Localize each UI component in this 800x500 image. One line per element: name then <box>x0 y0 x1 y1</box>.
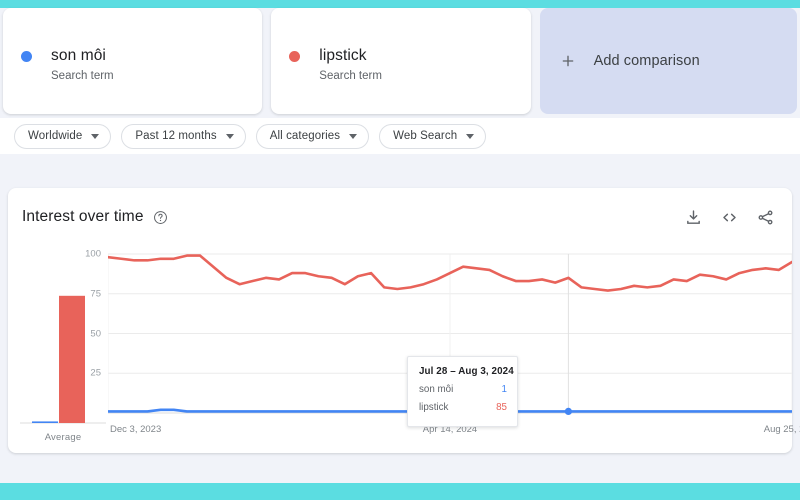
embed-code-icon[interactable] <box>721 209 738 226</box>
average-bar-panel <box>20 256 106 431</box>
x-axis-tick-label: Dec 3, 2023 <box>110 424 162 435</box>
chevron-down-icon <box>225 133 234 139</box>
y-axis-tick-label: 100 <box>85 248 101 260</box>
download-icon[interactable] <box>685 209 702 226</box>
tooltip-series-value: 85 <box>496 402 507 413</box>
search-term-type: Search term <box>51 70 114 82</box>
add-comparison-button[interactable]: Add comparison <box>539 8 797 114</box>
search-term-label: son môi <box>51 47 106 64</box>
chevron-down-icon <box>91 133 100 139</box>
tooltip-date-range: Jul 28 – Aug 3, 2024 <box>419 366 514 377</box>
page-title: Interest over time <box>22 208 144 225</box>
add-comparison-label: Add comparison <box>593 53 700 69</box>
chevron-down-icon <box>466 133 475 139</box>
help-circle-icon[interactable] <box>153 210 168 225</box>
filter-chip-time-range[interactable]: Past 12 months <box>121 123 246 149</box>
filters-bar: Worldwide Past 12 months All categories … <box>0 118 800 154</box>
y-axis-tick-label: 75 <box>90 288 101 300</box>
legend-dot-icon <box>289 51 301 62</box>
comparison-cards-row: son môi Search term lipstick Search term… <box>0 8 800 114</box>
plus-icon <box>562 55 573 67</box>
comparison-card-son-moi[interactable]: son môi Search term <box>3 8 263 114</box>
tooltip-series-name: son môi <box>419 384 454 395</box>
bottom-teal-band <box>0 483 800 500</box>
filter-chip-location[interactable]: Worldwide <box>14 123 112 149</box>
average-bar-chart[interactable] <box>20 256 106 431</box>
y-axis-tick-label: 25 <box>90 367 101 379</box>
filter-chip-category[interactable]: All categories <box>255 123 370 149</box>
search-term-type: Search term <box>319 70 382 82</box>
search-term-label: lipstick <box>319 47 367 64</box>
tooltip-series-name: lipstick <box>419 402 449 413</box>
share-icon[interactable] <box>757 209 774 226</box>
chart-header: Interest over time <box>8 188 792 246</box>
chevron-down-icon <box>349 133 358 139</box>
comparison-card-lipstick[interactable]: lipstick Search term <box>271 8 531 114</box>
filter-label: Past 12 months <box>135 130 217 142</box>
tooltip-row-son-moi: son môi 1 <box>419 384 507 395</box>
chart-hover-tooltip: Jul 28 – Aug 3, 2024 son môi 1 lipstick … <box>407 356 518 427</box>
interest-over-time-card: Interest over time Average 100 75 50 25 … <box>8 188 800 453</box>
filter-label: Worldwide <box>28 130 83 142</box>
tooltip-series-value: 1 <box>501 384 507 395</box>
tooltip-row-lipstick: lipstick 85 <box>419 402 507 413</box>
average-axis-label: Average <box>44 432 82 443</box>
filter-chip-search-type[interactable]: Web Search <box>379 123 487 149</box>
legend-dot-icon <box>21 51 32 62</box>
filter-label: All categories <box>269 130 341 142</box>
screenshot-root: son môi Search term lipstick Search term… <box>0 0 800 500</box>
filter-label: Web Search <box>393 130 458 142</box>
chart-plot-area: Average 100 75 50 25 Dec 3, 2023 Apr 14, 202… <box>8 246 800 453</box>
y-axis-tick-label: 50 <box>90 328 101 339</box>
x-axis-tick-label: Aug 25, 2024 <box>763 424 800 435</box>
